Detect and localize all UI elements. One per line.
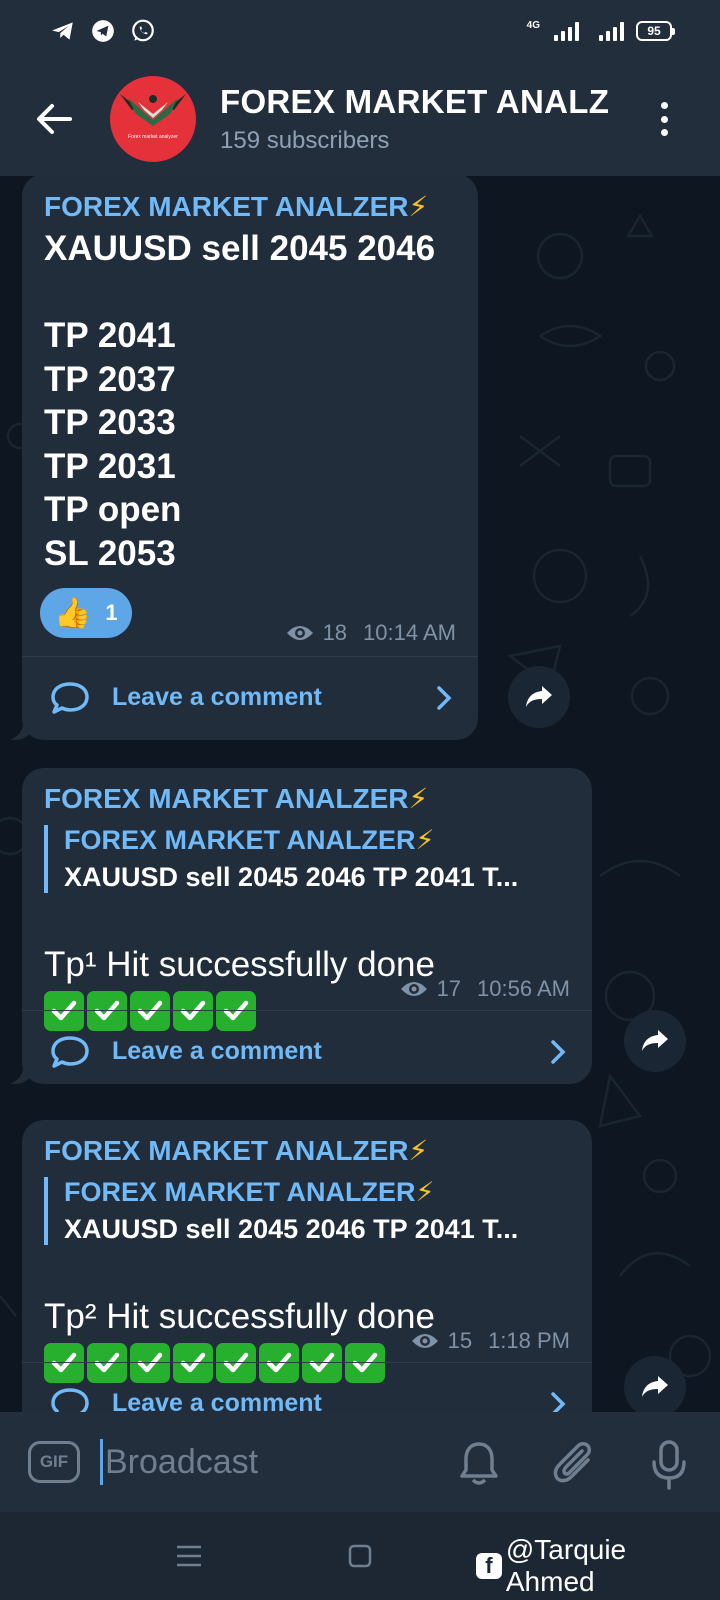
arrow-left-icon xyxy=(37,104,72,134)
lightning-icon: ⚡ xyxy=(415,1177,435,1207)
message-time: 10:56 AM xyxy=(477,976,570,1001)
more-options-button[interactable] xyxy=(658,102,670,136)
chevron-right-icon xyxy=(551,1040,566,1064)
lightning-icon: ⚡ xyxy=(415,825,435,855)
menu-icon[interactable] xyxy=(176,1544,202,1568)
facebook-icon: f xyxy=(476,1553,502,1579)
chevron-right-icon xyxy=(551,1392,566,1412)
leave-comment-button[interactable]: Leave a comment xyxy=(22,1010,592,1092)
view-count: 18 xyxy=(322,620,348,645)
channel-header: Forex market analyzer FOREX MARKET ANALZ… xyxy=(0,62,720,176)
reply-text: XAUUSD sell 2045 2046 TP 2041 T... xyxy=(64,1214,519,1244)
back-button[interactable] xyxy=(0,62,112,176)
thumbs-up-icon: 👍 xyxy=(54,596,92,630)
telegram-x-icon xyxy=(92,20,114,42)
logo-icon xyxy=(120,94,186,126)
message-time: 10:14 AM xyxy=(363,620,456,645)
lightning-icon: ⚡ xyxy=(408,783,429,814)
share-icon xyxy=(642,1030,668,1051)
text-cursor xyxy=(100,1439,103,1485)
leave-comment-button[interactable]: Leave a comment xyxy=(22,656,478,738)
dot-icon xyxy=(660,129,668,136)
reply-quote[interactable]: FOREX MARKET ANALZER⚡ XAUUSD sell 2045 2… xyxy=(44,1177,574,1245)
reply-text: XAUUSD sell 2045 2046 TP 2041 T... xyxy=(64,862,519,892)
view-count: 17 xyxy=(436,976,462,1001)
eye-icon xyxy=(400,982,427,996)
comment-icon xyxy=(51,1035,89,1068)
reaction-chip[interactable]: 👍 1 xyxy=(40,588,132,638)
comment-icon xyxy=(51,1387,89,1412)
dot-icon xyxy=(660,115,668,123)
message-text: XAUUSD sell 2045 2046 TP 2041 TP 2037 TP… xyxy=(44,229,436,573)
reply-author: FOREX MARKET ANALZER⚡ xyxy=(64,1177,435,1207)
comment-label: Leave a comment xyxy=(112,1389,322,1412)
channel-title[interactable]: FOREX MARKET ANALZER xyxy=(220,83,610,121)
microphone-icon[interactable] xyxy=(650,1440,688,1490)
comment-label: Leave a comment xyxy=(112,1037,322,1065)
chat-area[interactable]: FOREX MARKET ANALZER⚡ XAUUSD sell 2045 2… xyxy=(0,176,720,1412)
gif-button[interactable]: GIF xyxy=(28,1441,80,1483)
bell-icon[interactable] xyxy=(458,1440,500,1486)
message-time: 1:18 PM xyxy=(488,1328,570,1353)
comment-label: Leave a comment xyxy=(112,683,322,711)
reaction-count: 1 xyxy=(105,600,118,625)
broadcast-input[interactable] xyxy=(105,1442,405,1482)
avatar-caption: Forex market analyzer xyxy=(128,134,178,140)
message-author: FOREX MARKET ANALZER⚡ xyxy=(44,1135,429,1166)
message-author: FOREX MARKET ANALZER⚡ xyxy=(44,191,429,222)
message-bubble[interactable]: FOREX MARKET ANALZER⚡ XAUUSD sell 2045 2… xyxy=(22,176,478,740)
share-icon xyxy=(642,1376,668,1397)
message-meta: 17 10:56 AM xyxy=(399,976,570,1002)
message-author: FOREX MARKET ANALZER⚡ xyxy=(44,783,429,814)
eye-icon xyxy=(411,1334,438,1348)
share-button[interactable] xyxy=(624,1356,686,1412)
signal-icon-2 xyxy=(599,21,624,41)
leave-comment-button[interactable]: Leave a comment xyxy=(22,1362,592,1412)
watermark: f @Tarquie Ahmed xyxy=(476,1534,720,1598)
signal-icon xyxy=(554,21,579,41)
home-square-icon[interactable] xyxy=(348,1544,372,1568)
message-bubble[interactable]: FOREX MARKET ANALZER⚡ FOREX MARKET ANALZ… xyxy=(22,768,592,1084)
telegram-icon xyxy=(52,22,73,40)
view-count: 15 xyxy=(447,1328,473,1353)
share-button[interactable] xyxy=(508,666,570,728)
lightning-icon: ⚡ xyxy=(408,191,429,222)
eye-icon xyxy=(286,626,313,640)
subscriber-count: 159 subscribers xyxy=(220,127,390,154)
message-meta: 18 10:14 AM xyxy=(285,620,456,646)
battery-indicator: 95 xyxy=(636,21,675,41)
share-button[interactable] xyxy=(624,1010,686,1072)
chevron-right-icon xyxy=(437,686,452,710)
watermark-text: @Tarquie Ahmed xyxy=(505,1534,627,1597)
message-bubble[interactable]: FOREX MARKET ANALZER⚡ FOREX MARKET ANALZ… xyxy=(22,1120,592,1412)
reply-quote[interactable]: FOREX MARKET ANALZER⚡ XAUUSD sell 2045 2… xyxy=(44,825,574,893)
message-meta: 15 1:18 PM xyxy=(410,1328,570,1354)
channel-avatar[interactable]: Forex market analyzer xyxy=(110,76,196,162)
whatsapp-icon xyxy=(132,19,154,42)
system-nav-bar: f @Tarquie Ahmed xyxy=(0,1512,720,1600)
network-type: 4G xyxy=(526,20,540,31)
comment-icon xyxy=(51,681,89,714)
status-bar: 4G 95 xyxy=(0,0,720,62)
dot-icon xyxy=(660,102,668,109)
reply-author: FOREX MARKET ANALZER⚡ xyxy=(64,825,435,855)
input-bar: GIF xyxy=(0,1412,720,1512)
paperclip-icon[interactable] xyxy=(552,1440,596,1486)
share-icon xyxy=(526,686,552,707)
lightning-icon: ⚡ xyxy=(408,1135,429,1166)
screen: 4G 95 Forex market analyzer FOREX MARKET… xyxy=(0,0,720,1600)
